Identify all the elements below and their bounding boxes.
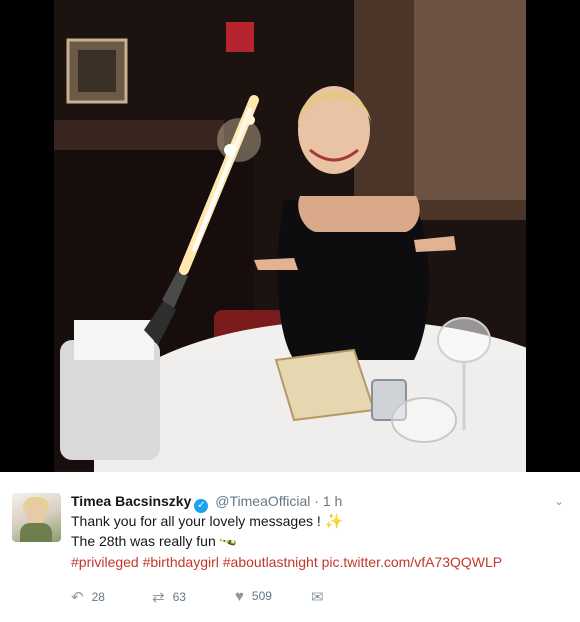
avatar-face — [26, 501, 46, 525]
heart-icon: ♥ — [235, 588, 244, 605]
display-name[interactable]: Timea Bacsinszky — [71, 493, 191, 509]
tweet-text-line-2: The 28th was really fun 🍾 — [71, 531, 238, 553]
pic-link[interactable]: pic.twitter.com/vfA73QQWLP — [322, 554, 503, 570]
separator: · — [314, 493, 319, 509]
retweet-button[interactable]: ⇄ 63 — [152, 588, 186, 606]
tweet-header: Timea Bacsinszky ✓ @TimeaOfficial · 1 h — [71, 492, 342, 513]
hashtags[interactable]: #privileged #birthdaygirl #aboutlastnigh… — [71, 554, 318, 570]
user-handle[interactable]: @TimeaOfficial — [215, 493, 310, 509]
champagne-bottle-icon: 🍾 — [216, 530, 239, 553]
tweet-photo[interactable] — [54, 0, 526, 472]
verified-badge-icon: ✓ — [194, 499, 209, 513]
avatar[interactable] — [12, 493, 61, 542]
like-count: 509 — [251, 589, 272, 603]
retweet-icon: ⇄ — [152, 589, 165, 606]
tweet-text-line-3: #privileged #birthdaygirl #aboutlastnigh… — [71, 553, 502, 571]
retweet-count: 63 — [172, 590, 186, 604]
reply-count: 28 — [91, 590, 105, 604]
reply-icon: ↶ — [71, 589, 84, 606]
sparkles-icon: ✨ — [324, 513, 344, 530]
tweet-text-line-1: Thank you for all your lovely messages !… — [71, 512, 343, 531]
chevron-down-icon[interactable]: ⌄ — [554, 495, 564, 507]
media-container[interactable] — [0, 0, 580, 472]
timestamp[interactable]: 1 h — [323, 493, 342, 509]
envelope-icon: ✉ — [311, 589, 324, 606]
like-button[interactable]: ♥ 509 — [235, 588, 272, 605]
photo-illustration — [54, 0, 526, 472]
avatar-body — [20, 523, 52, 542]
tweet-body: Timea Bacsinszky ✓ @TimeaOfficial · 1 h ⌄… — [0, 472, 580, 622]
reply-button[interactable]: ↶ 28 — [71, 588, 105, 606]
tweet-text-2: The 28th was really fun — [71, 533, 216, 549]
direct-message-button[interactable]: ✉ — [311, 588, 332, 606]
tweet-text-1: Thank you for all your lovely messages ! — [71, 513, 321, 529]
